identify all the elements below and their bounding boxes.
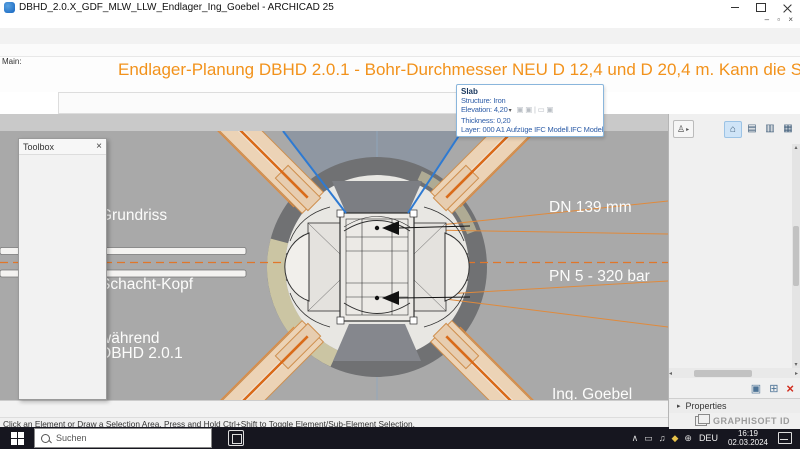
- project-chooser-button[interactable]: ♙▸: [673, 120, 694, 138]
- standard-toolbar: [0, 28, 800, 44]
- toolbox-close-icon[interactable]: ×: [96, 141, 102, 152]
- canvas-note-author: Ing. Goebel 02.03.2024: [552, 337, 632, 400]
- title-bar: DBHD_2.0.X_GDF_MLW_LLW_Endlager_Ing_Goeb…: [0, 0, 800, 15]
- close-button[interactable]: [774, 0, 800, 15]
- taskbar-search-input[interactable]: Suchen: [34, 428, 212, 448]
- mdi-window-controls[interactable]: ‒ ▫ ×: [765, 15, 796, 24]
- task-view-icon[interactable]: [228, 430, 244, 446]
- maximize-button[interactable]: [748, 0, 774, 15]
- search-placeholder: Suchen: [56, 433, 87, 443]
- properties-label: Properties: [686, 401, 727, 411]
- person-icon: ♙: [677, 124, 685, 135]
- main-toolbar-label: Main:: [2, 57, 22, 66]
- tooltip-thickness: Thickness: 0,20: [461, 116, 599, 125]
- expander-icon: ▸: [677, 402, 681, 410]
- view-map-icon[interactable]: ▤: [744, 121, 760, 136]
- toolbox-title: Toolbox: [23, 142, 54, 152]
- window-title: DBHD_2.0.X_GDF_MLW_LLW_Endlager_Ing_Goeb…: [19, 2, 334, 13]
- shield-tray-icon[interactable]: ◆: [671, 433, 678, 444]
- toolbox-panel: Toolbox ×: [18, 138, 107, 400]
- delete-icon[interactable]: ×: [786, 381, 794, 396]
- canvas-note-korrektur: während Korrektur Wasser-Kühl Rohre DN 1…: [100, 281, 199, 400]
- clock-date: 02.03.2024: [728, 438, 768, 447]
- drawing-banner-text: Endlager-Planung DBHD 2.0.1 - Bohr-Durch…: [118, 60, 798, 80]
- quick-options-bar: [0, 400, 668, 417]
- tooltip-action-icons[interactable]: ▣ ▣ | ▭ ▣: [516, 105, 553, 114]
- status-bar: Click an Element or Draw a Selection Are…: [0, 417, 668, 427]
- clock[interactable]: 16:19 02.03.2024: [728, 429, 768, 447]
- publisher-icon[interactable]: ▦: [780, 121, 796, 136]
- clone-folder-icon[interactable]: ⊞: [769, 382, 778, 395]
- graphisoft-id-label: GRAPHISOFT ID: [713, 416, 790, 426]
- tooltip-structure: Structure: Iron: [461, 96, 599, 105]
- hidden-icons-chevron-icon[interactable]: ∧: [632, 433, 639, 444]
- language-indicator[interactable]: DEU: [699, 433, 718, 443]
- windows-stack-icon: [695, 416, 707, 426]
- navigator-panel: ♙▸ ⌂ ▤ ▥ ▦ ▴▾ ◂▸ ▣ ⊞ × ▸ Properties GRAP…: [668, 114, 800, 427]
- teamwork-toolbar: [0, 44, 800, 57]
- archicad-logo-icon: [4, 2, 15, 13]
- search-icon: [41, 434, 50, 443]
- menu-bar: [0, 15, 800, 28]
- tooltip-title: Slab: [461, 87, 599, 96]
- layout-book-icon[interactable]: ▥: [762, 121, 778, 136]
- clock-time: 16:19: [728, 429, 768, 438]
- action-center-icon[interactable]: [778, 432, 792, 444]
- system-tray: ∧ ▭ ♫ ◆ ⊕ DEU 16:19 02.03.2024: [629, 427, 800, 449]
- display-tray-icon[interactable]: ▭: [644, 433, 653, 444]
- properties-section[interactable]: ▸ Properties: [669, 398, 800, 413]
- minimize-button[interactable]: [722, 0, 748, 15]
- graphisoft-id-bar[interactable]: GRAPHISOFT ID: [669, 413, 800, 429]
- element-info-tooltip: Slab Structure: Iron Elevation: 4,20▾▣ ▣…: [456, 84, 604, 137]
- canvas-note-dn139: DN 139 mm PN 5 - 320 bar: [549, 150, 650, 334]
- project-map-icon[interactable]: ⌂: [724, 121, 742, 138]
- network-tray-icon[interactable]: ⊕: [684, 433, 692, 444]
- start-button[interactable]: [0, 427, 34, 449]
- media-tray-icon[interactable]: ♫: [659, 433, 666, 443]
- tooltip-layer: Layer: 000 A1 Aufzüge IFC Modell.IFC Mod…: [461, 125, 599, 134]
- navigator-vertical-scrollbar[interactable]: ▴▾: [792, 144, 800, 368]
- windows-logo-icon: [11, 432, 24, 445]
- chevron-down-icon[interactable]: ▾: [509, 108, 512, 114]
- navigator-horizontal-scrollbar[interactable]: ◂▸: [669, 368, 800, 378]
- new-viewpoint-icon[interactable]: ▣: [751, 382, 761, 395]
- archicad-window: DBHD_2.0.X_GDF_MLW_LLW_Endlager_Ing_Goeb…: [0, 0, 800, 449]
- tooltip-elevation: Elevation: 4,20▾▣ ▣ | ▭ ▣: [461, 105, 599, 116]
